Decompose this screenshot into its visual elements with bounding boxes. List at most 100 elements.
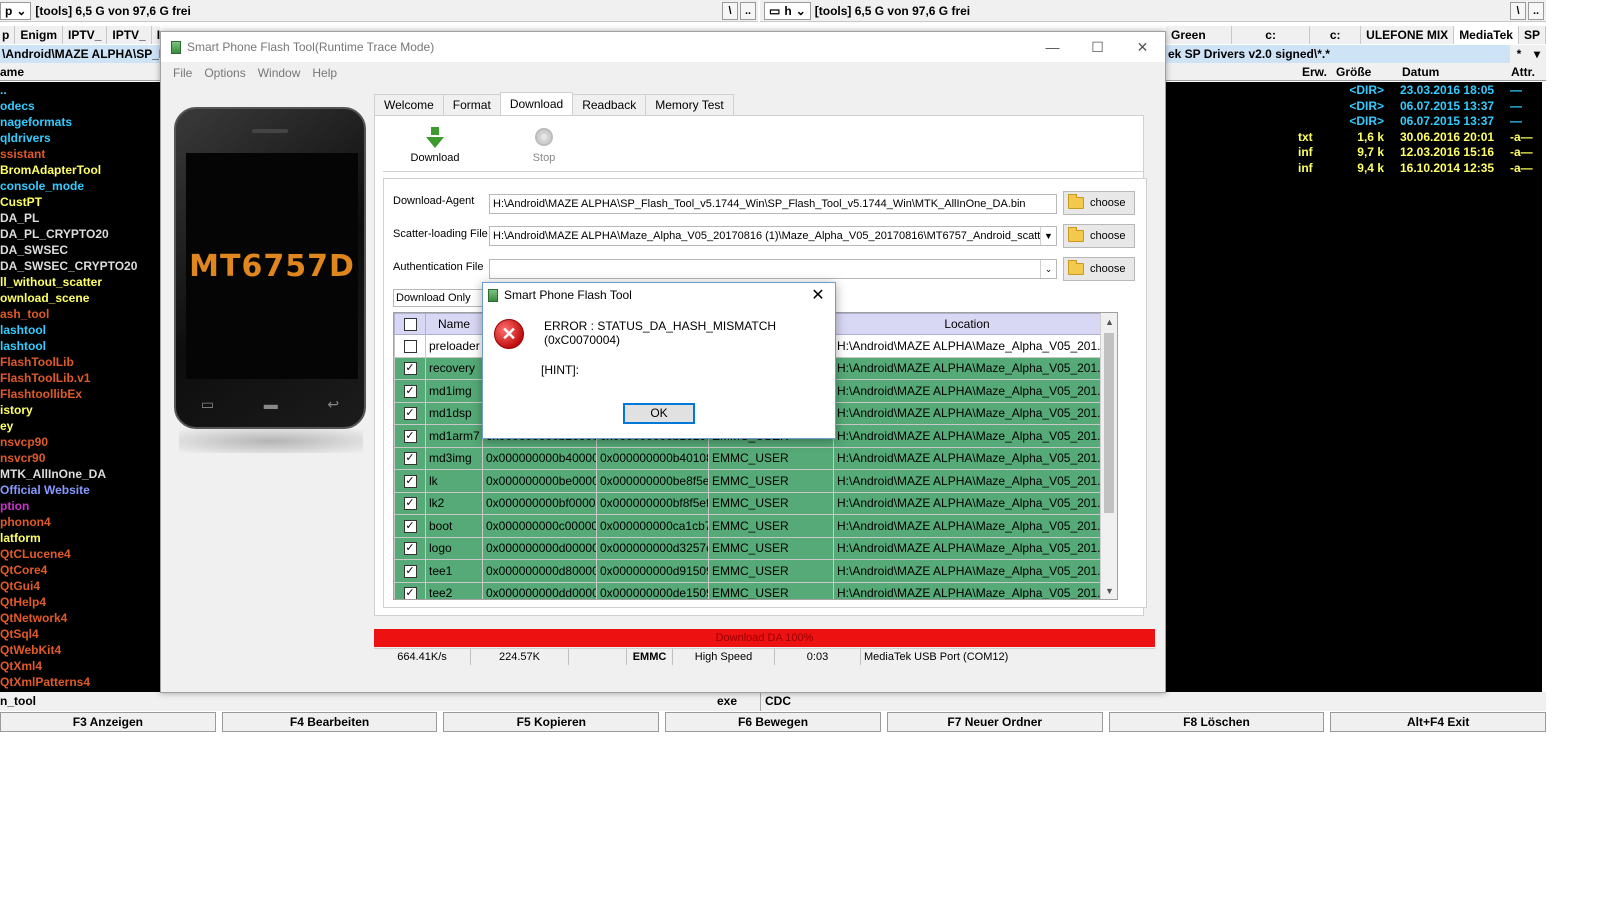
file-list-item[interactable]: istory — [0, 402, 160, 418]
select-all-checkbox[interactable] — [403, 318, 417, 332]
file-list-item[interactable]: FlashToolLib — [0, 354, 160, 370]
chevron-down-icon[interactable]: ▼ — [1040, 227, 1056, 245]
partition-checkbox[interactable]: ✓ — [403, 519, 417, 533]
left-tab[interactable]: IPTV_ — [107, 26, 152, 44]
partition-checkbox[interactable]: ✓ — [403, 429, 417, 443]
file-list-row[interactable]: <DIR> 06.07.2015 13:37 — — [1166, 98, 1542, 114]
partition-row[interactable]: ✓ md3img 0x000000000b400000 0x000000000b401… — [394, 446, 1101, 470]
close-icon[interactable]: ✕ — [1120, 32, 1165, 62]
root-button[interactable]: \ — [1510, 1, 1526, 20]
tab-readback[interactable]: Readback — [572, 94, 647, 115]
file-list-item[interactable]: ownload_scene — [0, 290, 160, 306]
file-list-item[interactable]: ey — [0, 418, 160, 434]
attr-column-header[interactable]: Attr. — [1511, 63, 1535, 80]
tab-welcome[interactable]: Welcome — [374, 94, 444, 115]
file-list-item[interactable]: FlashToolLib.v1 — [0, 370, 160, 386]
right-tab[interactable]: Green — [1166, 26, 1233, 44]
file-list-item[interactable]: QtCLucene4 — [0, 546, 160, 562]
file-list-item[interactable]: ption — [0, 498, 160, 514]
file-list-item[interactable]: QtCore4 — [0, 562, 160, 578]
file-list-row[interactable]: <DIR> 06.07.2015 13:37 — — [1166, 113, 1542, 129]
file-list-row[interactable]: <DIR> 23.03.2016 18:05 — — [1166, 82, 1542, 98]
file-list-row[interactable]: txt 1,6 k 30.06.2016 20:01 -a— — [1166, 129, 1542, 145]
f6-move-button[interactable]: F6 Bewegen — [665, 712, 881, 732]
file-list-item[interactable]: DA_PL — [0, 210, 160, 226]
file-list-item[interactable]: odecs — [0, 98, 160, 114]
f8-delete-button[interactable]: F8 Löschen — [1108, 712, 1325, 732]
scatter-file-combo[interactable]: H:\Android\MAZE ALPHA\Maze_Alpha_V05_201… — [489, 226, 1057, 246]
partition-row[interactable]: ✓ tee2 0x000000000dd00000 0x000000000de1509… — [394, 581, 1101, 599]
chevron-down-icon[interactable]: ▾ — [1528, 45, 1546, 63]
partition-row[interactable]: ✓ logo 0x000000000d000000 0x000000000d3257c… — [394, 536, 1101, 560]
choose-auth-button[interactable]: choose — [1063, 257, 1135, 281]
file-list-item[interactable]: phonon4 — [0, 514, 160, 530]
partition-row[interactable]: ✓ lk2 0x000000000bf00000 0x000000000bf8f5ef… — [394, 491, 1101, 515]
close-icon[interactable]: ✕ — [801, 285, 835, 305]
partition-checkbox[interactable]: ✓ — [403, 587, 417, 599]
choose-scatter-button[interactable]: choose — [1063, 224, 1135, 248]
left-path[interactable]: \Android\MAZE ALPHA\SP_I — [0, 45, 160, 63]
file-list-item[interactable]: QtGui4 — [0, 578, 160, 594]
dialog-titlebar[interactable]: Smart Phone Flash Tool ✕ — [483, 283, 835, 307]
file-list-item[interactable]: ssistant — [0, 146, 160, 162]
file-list-item[interactable]: QtHelp4 — [0, 594, 160, 610]
file-list-item[interactable]: MTK_AllInOne_DA — [0, 466, 160, 482]
partition-checkbox[interactable] — [403, 339, 417, 353]
left-tab[interactable]: IPTV_ — [63, 26, 108, 44]
tab-download[interactable]: Download — [499, 92, 574, 115]
right-tab[interactable]: c: — [1232, 26, 1311, 44]
file-list-item[interactable]: nsvcp90 — [0, 434, 160, 450]
maximize-icon[interactable]: ☐ — [1075, 32, 1120, 62]
file-list-item[interactable]: ll_without_scatter — [0, 274, 160, 290]
f7-new-folder-button[interactable]: F7 Neuer Ordner — [886, 712, 1103, 732]
partition-checkbox[interactable]: ✓ — [403, 362, 417, 376]
right-tab[interactable]: ULEFONE MIX — [1361, 26, 1455, 44]
f3-view-button[interactable]: F3 Anzeigen — [0, 712, 216, 732]
file-list-item[interactable]: ash_tool — [0, 306, 160, 322]
choose-da-button[interactable]: choose — [1063, 191, 1135, 215]
parent-button[interactable]: .. — [740, 1, 756, 20]
command-line[interactable]: n_tool exe CDC — [0, 692, 1546, 711]
file-list-item[interactable]: Official Website — [0, 482, 160, 498]
ok-button[interactable]: OK — [623, 403, 695, 424]
file-list-item[interactable]: QtXml4 — [0, 658, 160, 674]
menu-options[interactable]: Options — [198, 66, 251, 80]
left-tab[interactable]: Enigm — [15, 26, 64, 44]
partition-checkbox[interactable]: ✓ — [403, 542, 417, 556]
file-list-item[interactable]: qldrivers — [0, 130, 160, 146]
date-column-header[interactable]: Datum — [1402, 63, 1439, 80]
download-button[interactable]: Download — [405, 126, 465, 164]
file-list-item[interactable]: QtNetwork4 — [0, 610, 160, 626]
menu-window[interactable]: Window — [252, 66, 307, 80]
file-list-item[interactable]: QtXmlPatterns4 — [0, 674, 160, 690]
partition-row[interactable]: ✓ tee1 0x000000000d800000 0x000000000d91509… — [394, 559, 1101, 583]
partition-checkbox[interactable]: ✓ — [403, 452, 417, 466]
right-path[interactable]: ek SP Drivers v2.0 signed\*.* * ▾ — [1166, 45, 1546, 63]
left-tab-p[interactable]: p — [0, 26, 16, 44]
partition-checkbox[interactable]: ✓ — [403, 474, 417, 488]
f4-edit-button[interactable]: F4 Bearbeiten — [221, 712, 438, 732]
scrollbar-thumb[interactable] — [1104, 333, 1114, 513]
scroll-down-icon[interactable]: ▼ — [1101, 582, 1117, 599]
file-list-item[interactable]: nageformats — [0, 114, 160, 130]
auth-file-combo[interactable]: ⌄ — [489, 259, 1057, 279]
stop-button[interactable]: Stop — [514, 126, 574, 164]
menu-file[interactable]: File — [167, 66, 198, 80]
partition-checkbox[interactable]: ✓ — [403, 407, 417, 421]
left-drive-select[interactable]: p ⌄ — [0, 1, 32, 20]
file-list-item[interactable]: QtWebKit4 — [0, 642, 160, 658]
file-list-row[interactable]: inf 9,7 k 12.03.2016 15:16 -a— — [1166, 144, 1542, 160]
right-tab[interactable]: SP — [1519, 26, 1546, 44]
ext-column-header[interactable]: Erw. — [1302, 63, 1327, 80]
history-button[interactable]: * — [1510, 45, 1528, 63]
window-titlebar[interactable]: Smart Phone Flash Tool(Runtime Trace Mod… — [161, 32, 1165, 62]
file-list-item[interactable]: lashtool — [0, 322, 160, 338]
root-button[interactable]: \ — [722, 1, 738, 20]
parent-button[interactable]: .. — [1528, 1, 1544, 20]
menu-help[interactable]: Help — [306, 66, 343, 80]
partition-row[interactable]: ✓ lk 0x000000000be00000 0x000000000be8f5ef E… — [394, 469, 1101, 493]
download-agent-field[interactable]: H:\Android\MAZE ALPHA\SP_Flash_Tool_v5.1… — [489, 194, 1057, 214]
right-tab-active[interactable]: MediaTek — [1454, 26, 1519, 44]
scroll-up-icon[interactable]: ▲ — [1101, 313, 1117, 330]
tab-memory-test[interactable]: Memory Test — [645, 94, 734, 115]
